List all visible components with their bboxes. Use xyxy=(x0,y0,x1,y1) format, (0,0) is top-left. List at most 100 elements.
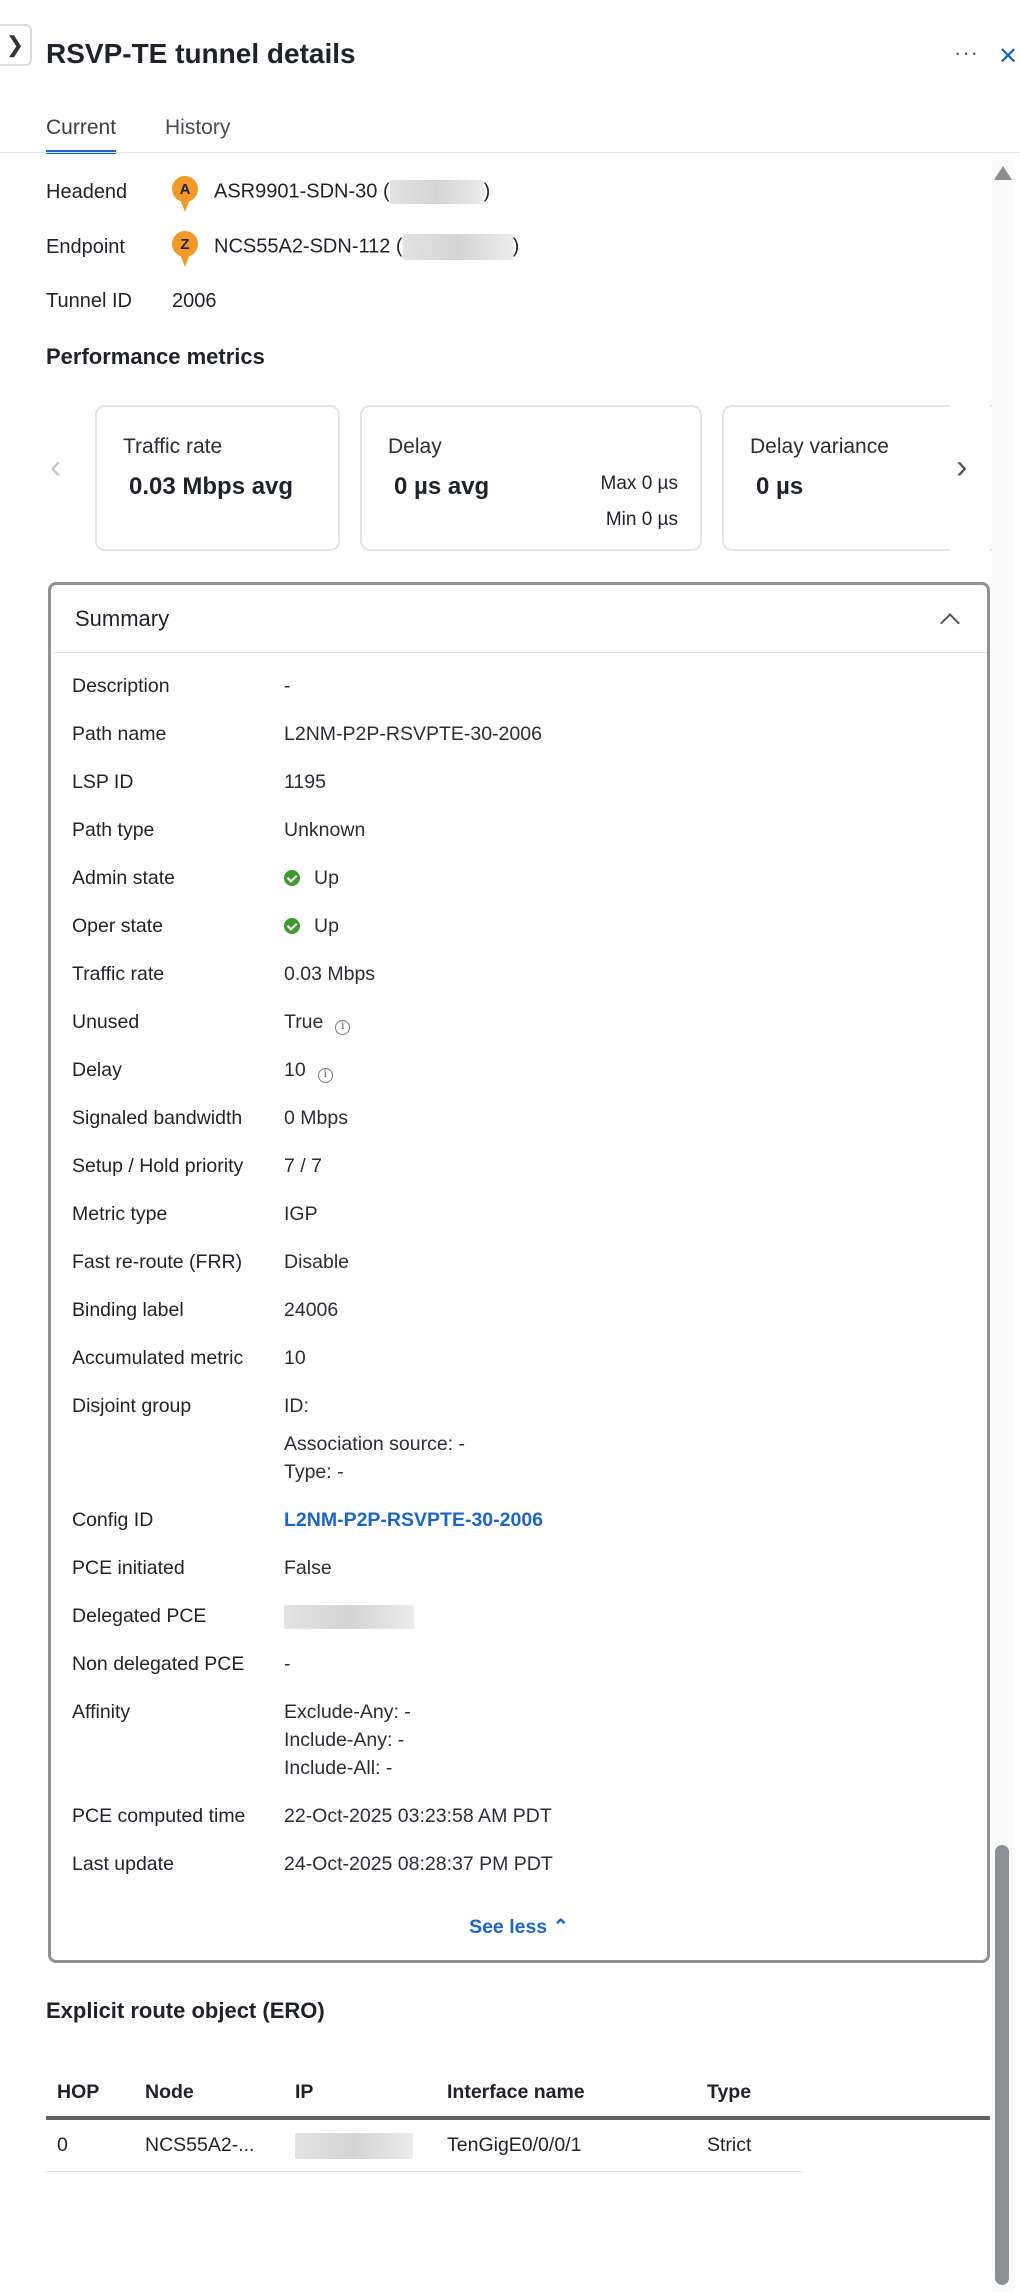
row-label: Setup / Hold priority xyxy=(72,1155,244,1177)
row-value: False xyxy=(284,1557,332,1579)
row-value: L2NM-P2P-RSVPTE-30-2006 xyxy=(284,723,542,745)
tunnel-id-row: Tunnel ID 2006 xyxy=(46,290,217,313)
row-label: Fast re-route (FRR) xyxy=(72,1251,243,1273)
info-icon[interactable]: i xyxy=(317,1068,333,1083)
carousel-prev-icon[interactable]: ‹ xyxy=(50,448,61,487)
headend-marker-icon: A xyxy=(172,176,198,212)
collapse-panel-button[interactable]: ❯ xyxy=(0,24,32,66)
metric-value: 0 µs avg xyxy=(394,473,490,500)
row-label: Signaled bandwidth xyxy=(72,1107,243,1129)
table-header: HOP Node IP Interface name Type xyxy=(46,2068,990,2120)
row-value: ID: xyxy=(284,1395,309,1417)
row-label: Traffic rate xyxy=(72,963,165,985)
metric-value: 0 µs xyxy=(756,473,804,500)
cell-ip xyxy=(286,2132,438,2159)
headend-row: Headend A ASR9901-SDN-30 () xyxy=(46,172,490,212)
check-circle-icon xyxy=(284,870,300,886)
row-value: 24006 xyxy=(284,1299,339,1321)
column-header-ip[interactable]: IP xyxy=(286,2081,438,2104)
row-label: Accumulated metric xyxy=(72,1347,244,1369)
column-header-node[interactable]: Node xyxy=(136,2081,286,2104)
close-icon[interactable]: ✕ xyxy=(998,42,1018,71)
row-label: Oper state xyxy=(72,915,164,937)
config-id-link[interactable]: L2NM-P2P-RSVPTE-30-2006 xyxy=(284,1506,543,1534)
metric-label: Delay variance xyxy=(750,435,889,458)
chevron-up-icon[interactable] xyxy=(940,612,960,633)
summary-row-admin-state: Admin state Up xyxy=(51,854,987,902)
row-value-line: Include-Any: - xyxy=(284,1729,405,1751)
row-value: 10 xyxy=(284,1347,306,1369)
row-label: Metric type xyxy=(72,1203,168,1225)
summary-rows: Description - Path name L2NM-P2P-RSVPTE-30-… xyxy=(51,653,987,1888)
panel-title: RSVP-TE tunnel details xyxy=(46,38,356,69)
scrollbar-thumb[interactable] xyxy=(995,1845,1009,2285)
row-label: Last update xyxy=(72,1853,174,1875)
row-value: 22-Oct-2025 03:23:58 AM PDT xyxy=(284,1805,552,1827)
row-value: Exclude-Any: - xyxy=(284,1701,411,1723)
row-label: PCE initiated xyxy=(72,1557,185,1579)
summary-row-unused: Unused True i xyxy=(51,998,987,1046)
tunnel-id-value: 2006 xyxy=(172,290,217,312)
performance-metrics-heading: Performance metrics xyxy=(46,344,265,369)
summary-row-pce-initiated: PCE initiated False xyxy=(51,1544,987,1592)
row-value: 1195 xyxy=(284,771,326,793)
row-label: Delegated PCE xyxy=(72,1605,207,1627)
summary-row-metric-type: Metric type IGP xyxy=(51,1190,987,1238)
summary-row-path-name: Path name L2NM-P2P-RSVPTE-30-2006 xyxy=(51,710,987,758)
row-value-line: Include-All: - xyxy=(284,1757,393,1779)
metric-value: 0.03 Mbps avg xyxy=(129,473,294,500)
metric-label: Traffic rate xyxy=(123,435,223,458)
see-less-link[interactable]: See less ⌃ xyxy=(51,1915,987,1939)
metric-label: Delay xyxy=(388,435,442,458)
summary-row-description: Description - xyxy=(51,662,987,710)
row-label: Description xyxy=(72,675,170,697)
row-label: Unused xyxy=(72,1011,140,1033)
endpoint-row: Endpoint Z NCS55A2-SDN-112 () xyxy=(46,227,519,267)
summary-panel: Summary Description - Path name L2NM-P2P-RS… xyxy=(48,582,990,1963)
tunnel-id-label: Tunnel ID xyxy=(46,290,132,312)
row-value: True i xyxy=(284,1008,351,1036)
column-header-type[interactable]: Type xyxy=(698,2081,802,2104)
more-options-icon[interactable]: ··· xyxy=(954,40,979,66)
metric-card-traffic-rate[interactable]: Traffic rate 0.03 Mbps avg xyxy=(95,405,340,551)
summary-row-signaled-bandwidth: Signaled bandwidth 0 Mbps xyxy=(51,1094,987,1142)
summary-row-affinity-details: Include-Any: - Include-All: - xyxy=(51,1726,987,1792)
row-label: Disjoint group xyxy=(72,1395,192,1417)
summary-row-path-type: Path type Unknown xyxy=(51,806,987,854)
row-value: - xyxy=(284,1653,291,1675)
metric-card-delay[interactable]: Delay 0 µs avg Max 0 µs Min 0 µs xyxy=(360,405,702,551)
cell-node: NCS55A2-... xyxy=(145,2134,255,2156)
row-value: Up xyxy=(284,912,339,940)
row-value: 10 i xyxy=(284,1056,333,1084)
headend-value[interactable]: ASR9901-SDN-30 () xyxy=(214,180,490,204)
metric-min: Min 0 µs xyxy=(605,509,678,530)
summary-title: Summary xyxy=(75,605,170,631)
tab-history[interactable]: History xyxy=(165,116,230,140)
summary-row-disjoint-group: Disjoint group ID: xyxy=(51,1382,987,1430)
scroll-up-icon[interactable] xyxy=(994,166,1012,180)
tab-divider xyxy=(0,152,1020,153)
column-header-hop[interactable]: HOP xyxy=(46,2081,136,2104)
summary-row-last-update: Last update 24-Oct-2025 08:28:37 PM PDT xyxy=(51,1840,987,1888)
carousel-next-icon[interactable]: › xyxy=(956,448,967,487)
table-row[interactable]: 0 NCS55A2-... TenGigE0/0/0/1 Strict xyxy=(46,2120,802,2172)
tab-current[interactable]: Current xyxy=(46,116,117,154)
row-label: Admin state xyxy=(72,867,175,889)
summary-row-disjoint-group-details: Association source: - Type: - xyxy=(51,1430,987,1496)
column-header-interface[interactable]: Interface name xyxy=(438,2081,698,2104)
info-icon[interactable]: i xyxy=(335,1020,351,1035)
row-value: 24-Oct-2025 08:28:37 PM PDT xyxy=(284,1853,553,1875)
cell-hop: 0 xyxy=(57,2134,68,2156)
row-label: Affinity xyxy=(72,1701,131,1723)
row-label: Delay xyxy=(72,1059,122,1081)
row-label: Path name xyxy=(72,723,167,745)
summary-row-affinity: Affinity Exclude-Any: - xyxy=(51,1688,987,1726)
summary-header[interactable]: Summary xyxy=(51,585,987,653)
summary-row-lsp-id: LSP ID 1195 xyxy=(51,758,987,806)
summary-row-delay: Delay 10 i xyxy=(51,1046,987,1094)
endpoint-value[interactable]: NCS55A2-SDN-112 () xyxy=(214,234,519,260)
row-value-line: Association source: - xyxy=(284,1433,465,1455)
row-value: IGP xyxy=(284,1203,318,1225)
row-label: LSP ID xyxy=(72,771,134,793)
row-value: Up xyxy=(284,864,339,892)
